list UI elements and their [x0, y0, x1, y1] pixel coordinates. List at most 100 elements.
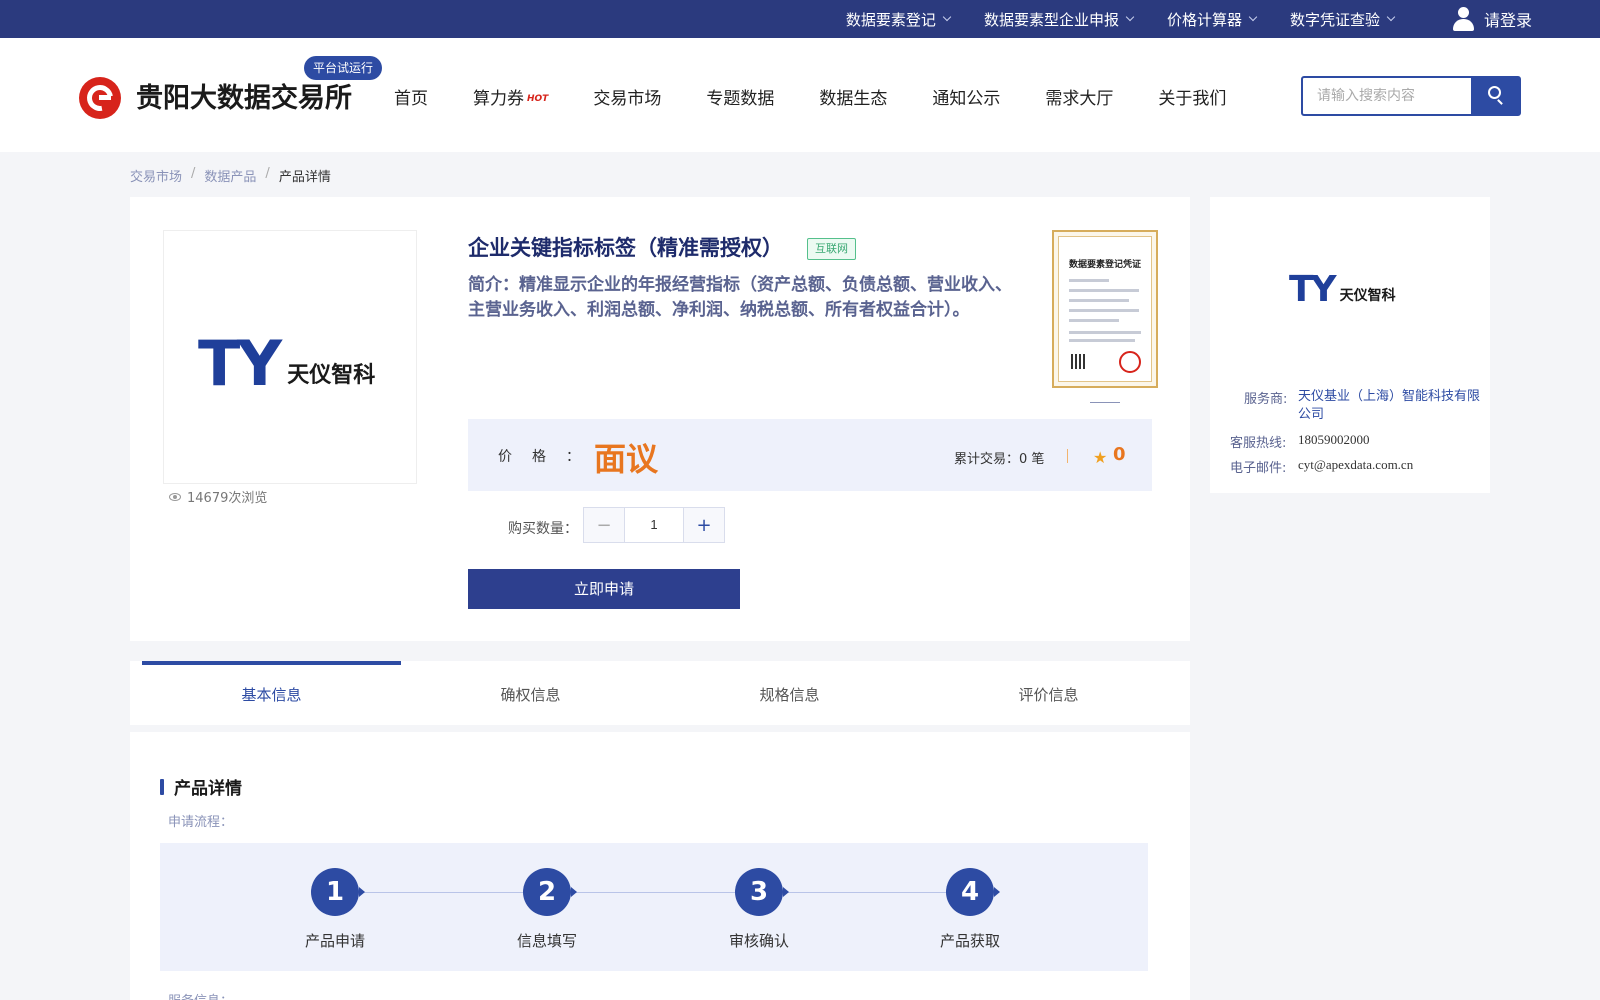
- chevron-down-icon: [1125, 12, 1135, 22]
- provider-logo: TY 天仪智科: [198, 327, 375, 400]
- nav-item-label: 算力券: [473, 89, 524, 109]
- section-title: 产品详情: [160, 774, 242, 799]
- hotline-value: 18059002000: [1298, 432, 1370, 447]
- nav-item-about[interactable]: 关于我们: [1158, 84, 1226, 109]
- provider-logo: TY 天仪智科: [1289, 269, 1396, 310]
- nav-item-topic-data[interactable]: 专题数据: [706, 84, 774, 109]
- topbar-item-label: 数据要素型企业申报: [983, 10, 1119, 29]
- topbar-item-label: 数字凭证查验: [1289, 10, 1380, 29]
- topbar-item-label: 价格计算器: [1166, 10, 1242, 29]
- breadcrumb-data-products[interactable]: 数据产品: [204, 166, 256, 185]
- search-box: [1301, 76, 1521, 116]
- search-button[interactable]: [1471, 78, 1519, 114]
- nav-item-market[interactable]: 交易市场: [593, 84, 661, 109]
- flow-step: 2 信息填写: [507, 868, 587, 951]
- nav-item-demand-hall[interactable]: 需求大厅: [1045, 84, 1113, 109]
- quantity-stepper: − +: [583, 507, 725, 543]
- provider-key: 服务商:: [1244, 392, 1288, 407]
- tab-reviews[interactable]: 评价信息: [919, 661, 1178, 725]
- step-label: 产品获取: [939, 932, 1000, 950]
- transaction-count: 累计交易：0 笔: [954, 452, 1045, 467]
- tab-ownership-info[interactable]: 确权信息: [401, 661, 660, 725]
- hotline-key: 客服热线:: [1230, 436, 1287, 451]
- step-label: 信息填写: [516, 932, 577, 950]
- user-icon: [1452, 7, 1474, 31]
- email-key: 电子邮件:: [1230, 461, 1287, 476]
- star-icon: ★: [1093, 448, 1108, 467]
- provider-name-link[interactable]: 天仪基业（上海）智能科技有限公司: [1298, 388, 1482, 424]
- nav-item-notices[interactable]: 通知公示: [932, 84, 1000, 109]
- tab-spec-info[interactable]: 规格信息: [660, 661, 919, 725]
- increment-button[interactable]: +: [683, 508, 724, 542]
- top-utility-menu: 数据要素登记 数据要素型企业申报 价格计算器 数字凭证查验 请登录: [812, 0, 1532, 38]
- login-label: 请登录: [1483, 11, 1532, 30]
- service-info-label: 服务信息：: [168, 990, 233, 1000]
- logo-letters: TY: [198, 327, 282, 400]
- view-count: 14679次浏览: [169, 487, 267, 506]
- email-value: cyt@apexdata.com.cn: [1298, 457, 1414, 472]
- product-image: TY 天仪智科: [163, 230, 417, 484]
- nav-item-home[interactable]: 首页: [394, 84, 428, 109]
- beta-badge: 平台试运行: [304, 56, 383, 80]
- topbar-item-certificate-check[interactable]: 数字凭证查验: [1289, 9, 1396, 30]
- detail-tabs: 基本信息 确权信息 规格信息 评价信息: [130, 661, 1190, 725]
- tab-basic-info[interactable]: 基本信息: [142, 661, 401, 725]
- topbar-item-enterprise-declaration[interactable]: 数据要素型企业申报: [983, 9, 1135, 30]
- price-value: 面议: [594, 440, 659, 478]
- product-intro: 简介：精准显示企业的年报经营指标（资产总额、负债总额、营业收入、主营业务收入、利…: [468, 275, 1012, 320]
- certificate-title: 数据要素登记凭证: [1068, 260, 1141, 270]
- section-title-text: 产品详情: [174, 779, 242, 799]
- seal-icon: [1119, 351, 1141, 373]
- quantity-label: 购买数量：: [508, 521, 578, 537]
- main-nav: 首页 算力券 HOT 交易市场 专题数据 数据生态 通知公示 需求大厅 关于我们: [394, 84, 1271, 109]
- breadcrumb-separator: /: [265, 166, 270, 181]
- divider: [1067, 449, 1068, 463]
- breadcrumb: 交易市场 / 数据产品 / 产品详情: [130, 166, 331, 185]
- topbar-item-price-calculator[interactable]: 价格计算器: [1166, 9, 1258, 30]
- flow-step: 4 产品获取: [930, 868, 1010, 951]
- site-logo-icon[interactable]: [79, 77, 121, 119]
- chevron-down-icon: [1248, 12, 1258, 22]
- flow-connector: [358, 892, 988, 893]
- step-number: 2: [523, 868, 577, 916]
- step-label: 产品申请: [304, 932, 365, 950]
- logo-brand-name: 天仪智科: [287, 362, 376, 388]
- topbar-item-label: 数据要素登记: [845, 10, 936, 29]
- nav-item-compute-voucher[interactable]: 算力券 HOT: [473, 84, 548, 109]
- price-label: 价格：: [498, 449, 600, 465]
- flow-step: 3 审核确认: [719, 868, 799, 951]
- quantity-input[interactable]: [625, 508, 683, 542]
- product-title: 企业关键指标标签（精准需授权）: [468, 236, 783, 260]
- step-label: 审核确认: [728, 932, 789, 950]
- chevron-down-icon: [942, 12, 952, 22]
- carousel-indicator[interactable]: [1090, 402, 1120, 403]
- nav-item-ecosystem[interactable]: 数据生态: [819, 84, 887, 109]
- step-number: 3: [735, 868, 789, 916]
- breadcrumb-current: 产品详情: [278, 170, 331, 185]
- topbar-item-data-registration[interactable]: 数据要素登记: [845, 9, 952, 30]
- step-number: 1: [311, 868, 365, 916]
- breadcrumb-separator: /: [191, 166, 196, 181]
- logo-brand-name: 天仪智科: [1339, 287, 1396, 304]
- flow-step: 1 产品申请: [295, 868, 375, 951]
- step-number: 4: [946, 868, 1000, 916]
- login-link[interactable]: 请登录: [1452, 7, 1532, 31]
- industry-tag: 互联网: [807, 238, 856, 260]
- hot-icon: HOT: [527, 94, 549, 104]
- decrement-button[interactable]: −: [584, 508, 625, 542]
- logo-letters: TY: [1289, 269, 1337, 310]
- search-input[interactable]: [1303, 78, 1475, 114]
- breadcrumb-market[interactable]: 交易市场: [130, 166, 182, 185]
- apply-now-button[interactable]: 立即申请: [468, 569, 740, 609]
- qr-code-icon: [1071, 354, 1086, 369]
- flow-label: 申请流程：: [168, 815, 234, 830]
- section-marker: [160, 778, 164, 795]
- view-count-text: 14679次浏览: [187, 491, 268, 506]
- chevron-down-icon: [1386, 12, 1396, 22]
- registration-certificate[interactable]: 数据要素登记凭证: [1052, 230, 1158, 388]
- rating-value: 0: [1113, 444, 1126, 465]
- search-icon: [1488, 86, 1501, 99]
- eye-icon: [169, 492, 181, 501]
- site-name[interactable]: 贵阳大数据交易所: [136, 76, 352, 115]
- top-utility-bar: 数据要素登记 数据要素型企业申报 价格计算器 数字凭证查验 请登录: [0, 0, 1600, 38]
